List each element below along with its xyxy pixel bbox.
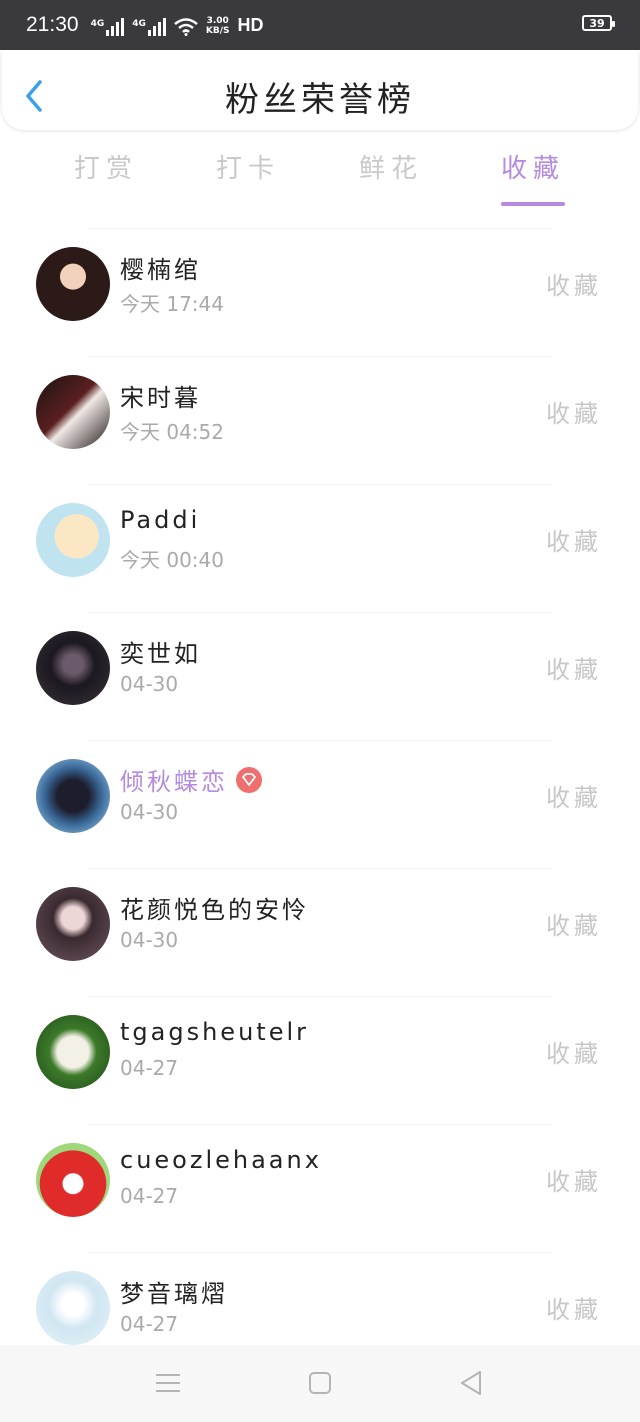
avatar[interactable] <box>36 503 110 577</box>
network-type-label: 4G <box>132 18 146 29</box>
user-name[interactable]: 宋时暮 <box>120 378 201 413</box>
divider <box>88 740 552 741</box>
header: 粉丝荣誉榜 <box>2 50 638 130</box>
home-icon[interactable] <box>304 1367 336 1399</box>
avatar[interactable] <box>36 887 110 961</box>
status-time: 21:30 <box>26 13 79 36</box>
signal-icon: 4G <box>90 17 125 36</box>
avatar[interactable] <box>36 375 110 449</box>
list-item[interactable]: cueozlehaanx 04-27 收藏 <box>0 1124 640 1252</box>
tab-reward[interactable]: 打赏 <box>46 148 166 185</box>
menu-icon[interactable] <box>152 1367 184 1399</box>
time-label: 今天 00:40 <box>120 548 224 572</box>
vip-badge-icon <box>236 767 262 793</box>
time-label: 04-27 <box>120 1184 179 1208</box>
network-speed: 3.00 KB/S <box>206 16 230 36</box>
user-name[interactable]: tgagsheutelr <box>120 1018 309 1046</box>
time-label: 04-27 <box>120 1312 179 1336</box>
list-item[interactable]: 倾秋蝶恋 04-30 收藏 <box>0 740 640 868</box>
avatar[interactable] <box>36 1271 110 1345</box>
user-name[interactable]: cueozlehaanx <box>120 1146 322 1174</box>
tab-favorites[interactable]: 收藏 <box>473 148 593 185</box>
list-item[interactable]: tgagsheutelr 04-27 收藏 <box>0 996 640 1124</box>
hd-icon: HD <box>237 14 264 35</box>
status-bar: 21:30 4G 4G 3.00 KB/S HD 39 <box>0 0 640 50</box>
time-label: 04-30 <box>120 672 179 696</box>
user-name[interactable]: 花颜悦色的安怜 <box>120 890 309 925</box>
action-label: 收藏 <box>546 528 602 556</box>
divider <box>88 356 552 357</box>
time-label: 04-30 <box>120 800 179 824</box>
network-type-label: 4G <box>90 18 105 29</box>
time-label: 今天 04:52 <box>120 420 224 444</box>
action-label: 收藏 <box>546 1040 602 1068</box>
avatar[interactable] <box>36 631 110 705</box>
avatar[interactable] <box>36 1143 110 1217</box>
action-label: 收藏 <box>546 1296 602 1324</box>
active-tab-indicator <box>501 202 565 206</box>
action-label: 收藏 <box>546 912 602 940</box>
action-label: 收藏 <box>546 1168 602 1196</box>
time-label: 今天 17:44 <box>120 292 224 316</box>
action-label: 收藏 <box>546 656 602 684</box>
divider <box>88 996 552 997</box>
list-item[interactable]: 奕世如 04-30 收藏 <box>0 612 640 740</box>
divider <box>88 228 552 229</box>
action-label: 收藏 <box>546 400 602 428</box>
status-icons: 4G 4G 3.00 KB/S HD <box>90 14 264 36</box>
back-triangle-icon[interactable] <box>456 1367 488 1399</box>
battery-icon: 39 <box>582 15 615 31</box>
speed-unit: KB/S <box>205 25 230 36</box>
user-name[interactable]: Paddi <box>120 506 200 534</box>
user-name[interactable]: 倾秋蝶恋 <box>120 762 262 797</box>
divider <box>88 484 552 485</box>
battery-level: 39 <box>589 16 605 30</box>
wifi-icon <box>174 17 198 36</box>
page-title: 粉丝荣誉榜 <box>225 80 415 120</box>
fan-list: 樱楠绾 今天 17:44 收藏 宋时暮 今天 04:52 收藏 Paddi 今天… <box>0 228 640 1380</box>
divider <box>88 1124 552 1125</box>
avatar[interactable] <box>36 1015 110 1089</box>
action-label: 收藏 <box>546 784 602 812</box>
avatar[interactable] <box>36 247 110 321</box>
avatar[interactable] <box>36 759 110 833</box>
time-label: 04-27 <box>120 1056 179 1080</box>
divider <box>88 868 552 869</box>
user-name[interactable]: 梦音璃熠 <box>120 1274 228 1309</box>
user-name[interactable]: 奕世如 <box>120 634 201 669</box>
speed-value: 3.00 <box>206 15 229 26</box>
user-name-text: 倾秋蝶恋 <box>120 768 228 796</box>
time-label: 04-30 <box>120 928 179 952</box>
list-item[interactable]: 花颜悦色的安怜 04-30 收藏 <box>0 868 640 996</box>
list-item[interactable]: 樱楠绾 今天 17:44 收藏 <box>0 228 640 356</box>
navigation-bar <box>0 1345 640 1422</box>
signal-icon: 4G <box>132 17 166 36</box>
tab-bar: 打赏 打卡 鲜花 收藏 <box>0 148 640 210</box>
action-label: 收藏 <box>546 272 602 300</box>
list-item[interactable]: Paddi 今天 00:40 收藏 <box>0 484 640 612</box>
list-item[interactable]: 宋时暮 今天 04:52 收藏 <box>0 356 640 484</box>
tab-checkin[interactable]: 打卡 <box>188 148 308 185</box>
divider <box>88 612 552 613</box>
divider <box>88 1252 552 1253</box>
tab-flowers[interactable]: 鲜花 <box>331 148 451 185</box>
user-name[interactable]: 樱楠绾 <box>120 250 201 285</box>
